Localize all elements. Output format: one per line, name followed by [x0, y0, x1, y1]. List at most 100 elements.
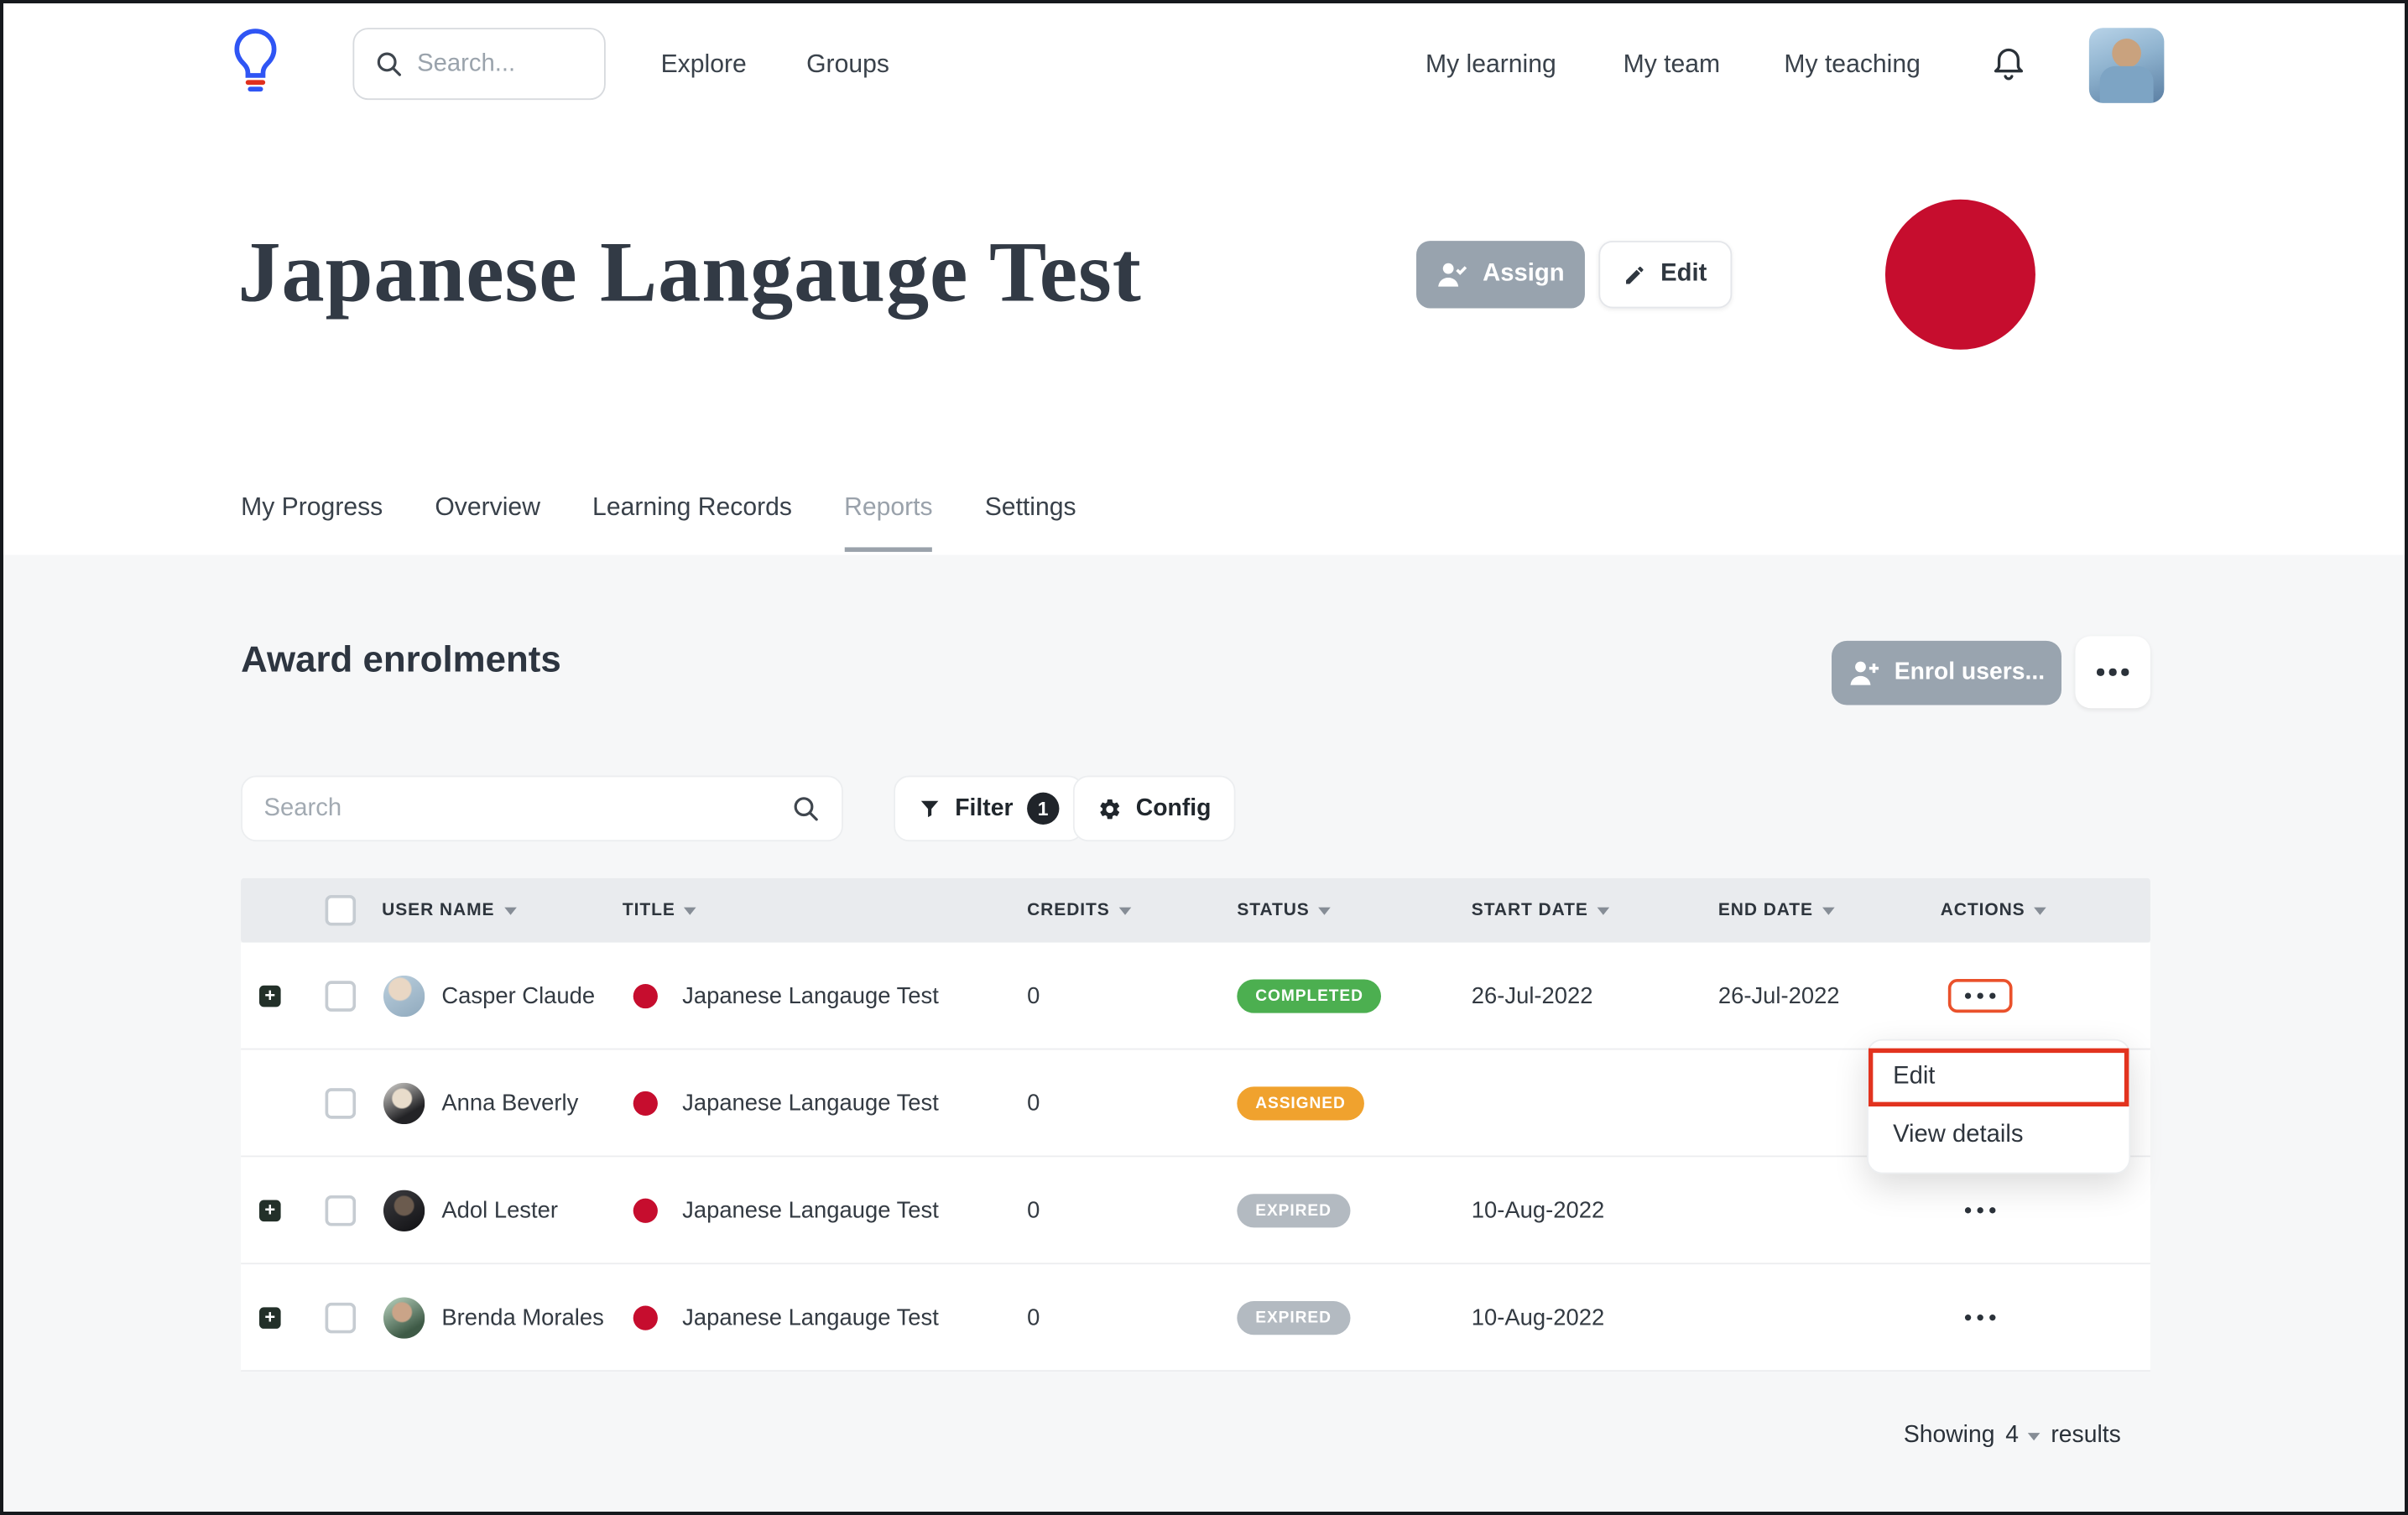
- results-label: results: [2051, 1422, 2120, 1450]
- config-button[interactable]: Config: [1073, 776, 1236, 842]
- person-check-icon: [1436, 261, 1468, 289]
- column-label: START DATE: [1472, 901, 1588, 919]
- ellipsis-icon: [1964, 992, 1995, 999]
- actions-cell: [1889, 1303, 2072, 1331]
- search-icon: [374, 49, 404, 79]
- column-header-actions[interactable]: ACTIONS: [1941, 901, 2046, 919]
- config-label: Config: [1136, 794, 1212, 822]
- row-actions-button[interactable]: [1951, 1195, 2009, 1224]
- credits-value: 0: [1027, 1304, 1040, 1330]
- menu-item-view-details[interactable]: View details: [1869, 1106, 2129, 1164]
- row-checkbox[interactable]: [326, 1087, 357, 1118]
- row-checkbox[interactable]: [326, 1302, 357, 1333]
- pencil-icon: [1624, 263, 1646, 286]
- nav-my-teaching[interactable]: My teaching: [1784, 51, 1921, 81]
- sort-caret-icon: [503, 907, 516, 914]
- user-avatar: [383, 1190, 425, 1231]
- reports-panel: Award enrolments Enrol users... Filter 1: [3, 555, 2406, 1515]
- edit-button[interactable]: Edit: [1598, 241, 1732, 308]
- user-avatar: [383, 1297, 425, 1338]
- column-header-user-name[interactable]: USER NAME: [382, 901, 516, 919]
- course-header: Japanese Langauge Test Assign Edit My Pr…: [3, 126, 2406, 554]
- user-name[interactable]: Brenda Morales: [441, 1304, 603, 1330]
- brand-lightbulb-logo[interactable]: [230, 26, 280, 98]
- row-actions-button[interactable]: [1947, 978, 2013, 1013]
- table-search-input[interactable]: [264, 794, 776, 822]
- section-heading: Award enrolments: [241, 639, 561, 682]
- table-search: [241, 776, 843, 842]
- sort-caret-icon: [1319, 907, 1332, 914]
- tab-settings[interactable]: Settings: [985, 493, 1076, 551]
- row-checkbox[interactable]: [326, 1195, 357, 1226]
- results-count-dropdown[interactable]: 4: [2005, 1422, 2040, 1450]
- tab-overview[interactable]: Overview: [435, 493, 540, 551]
- column-header-end-date[interactable]: END DATE: [1718, 901, 1835, 919]
- course-tabs: My Progress Overview Learning Records Re…: [241, 493, 1076, 551]
- results-count: 4: [2005, 1422, 2019, 1450]
- nav-my-learning[interactable]: My learning: [1426, 51, 1556, 81]
- expand-row-button[interactable]: [259, 1306, 281, 1328]
- nav-groups[interactable]: Groups: [806, 51, 889, 81]
- ellipsis-icon: [1964, 1206, 1995, 1213]
- start-date: 26-Jul-2022: [1472, 982, 1593, 1008]
- sort-caret-icon: [1598, 907, 1610, 914]
- course-title[interactable]: Japanese Langauge Test: [682, 982, 939, 1008]
- sort-caret-icon: [2035, 907, 2047, 914]
- course-red-dot-icon: [633, 1091, 658, 1115]
- table-row: Casper Claude Japanese Langauge Test 0 C…: [241, 943, 2150, 1050]
- person-plus-icon: [1848, 659, 1880, 687]
- gear-icon: [1097, 796, 1122, 820]
- profile-avatar[interactable]: [2089, 28, 2164, 102]
- sort-caret-icon: [685, 907, 697, 914]
- global-search-input[interactable]: [417, 50, 584, 78]
- enrol-users-button[interactable]: Enrol users...: [1832, 641, 2061, 705]
- status-badge: EXPIRED: [1237, 1193, 1349, 1226]
- sort-caret-icon: [1822, 907, 1835, 914]
- nav-explore[interactable]: Explore: [661, 51, 747, 81]
- app-root: Explore Groups My learning My team My te…: [3, 3, 2406, 1515]
- user-name[interactable]: Adol Lester: [441, 1197, 558, 1223]
- filter-label: Filter: [955, 794, 1013, 822]
- table-row: Adol Lester Japanese Langauge Test 0 EXP…: [241, 1157, 2150, 1264]
- tab-learning-records[interactable]: Learning Records: [592, 493, 792, 551]
- course-red-dot-icon: [633, 983, 658, 1007]
- column-header-title[interactable]: TITLE: [623, 901, 696, 919]
- sort-caret-icon: [1119, 907, 1132, 914]
- column-label: END DATE: [1718, 901, 1813, 919]
- assign-label: Assign: [1483, 261, 1564, 289]
- user-avatar: [383, 975, 425, 1016]
- status-badge: EXPIRED: [1237, 1300, 1349, 1334]
- row-actions-button[interactable]: [1951, 1303, 2009, 1331]
- assign-button[interactable]: Assign: [1416, 241, 1585, 308]
- credits-value: 0: [1027, 982, 1040, 1008]
- notifications-bell-icon[interactable]: [1991, 44, 2026, 83]
- select-all-checkbox[interactable]: [326, 895, 357, 926]
- actions-dropdown-menu: Edit View details: [1867, 1039, 2130, 1174]
- enrolments-table: USER NAME TITLE CREDITS STATUS START DAT…: [241, 878, 2150, 1372]
- menu-item-edit[interactable]: Edit: [1869, 1049, 2129, 1106]
- enrol-users-label: Enrol users...: [1895, 659, 2045, 687]
- status-badge: COMPLETED: [1237, 979, 1381, 1013]
- table-header-row: USER NAME TITLE CREDITS STATUS START DAT…: [241, 878, 2150, 943]
- tab-my-progress[interactable]: My Progress: [241, 493, 383, 551]
- tab-reports[interactable]: Reports: [844, 493, 933, 551]
- user-name[interactable]: Casper Claude: [441, 982, 595, 1008]
- column-header-credits[interactable]: CREDITS: [1027, 901, 1131, 919]
- course-title[interactable]: Japanese Langauge Test: [682, 1304, 939, 1330]
- user-name[interactable]: Anna Beverly: [441, 1090, 578, 1116]
- ellipsis-icon: [1964, 1314, 1995, 1320]
- course-title[interactable]: Japanese Langauge Test: [682, 1090, 939, 1116]
- column-label: ACTIONS: [1941, 901, 2025, 919]
- expand-row-button[interactable]: [259, 1200, 281, 1221]
- more-actions-button[interactable]: [2075, 636, 2150, 708]
- course-title[interactable]: Japanese Langauge Test: [682, 1197, 939, 1223]
- nav-my-team[interactable]: My team: [1624, 51, 1721, 81]
- ellipsis-icon: [2097, 669, 2128, 675]
- expand-row-button[interactable]: [259, 985, 281, 1007]
- column-header-status[interactable]: STATUS: [1237, 901, 1331, 919]
- filter-button[interactable]: Filter 1: [894, 776, 1083, 842]
- row-checkbox[interactable]: [326, 980, 357, 1011]
- search-icon[interactable]: [791, 794, 821, 823]
- column-header-start-date[interactable]: START DATE: [1472, 901, 1610, 919]
- column-label: TITLE: [623, 901, 675, 919]
